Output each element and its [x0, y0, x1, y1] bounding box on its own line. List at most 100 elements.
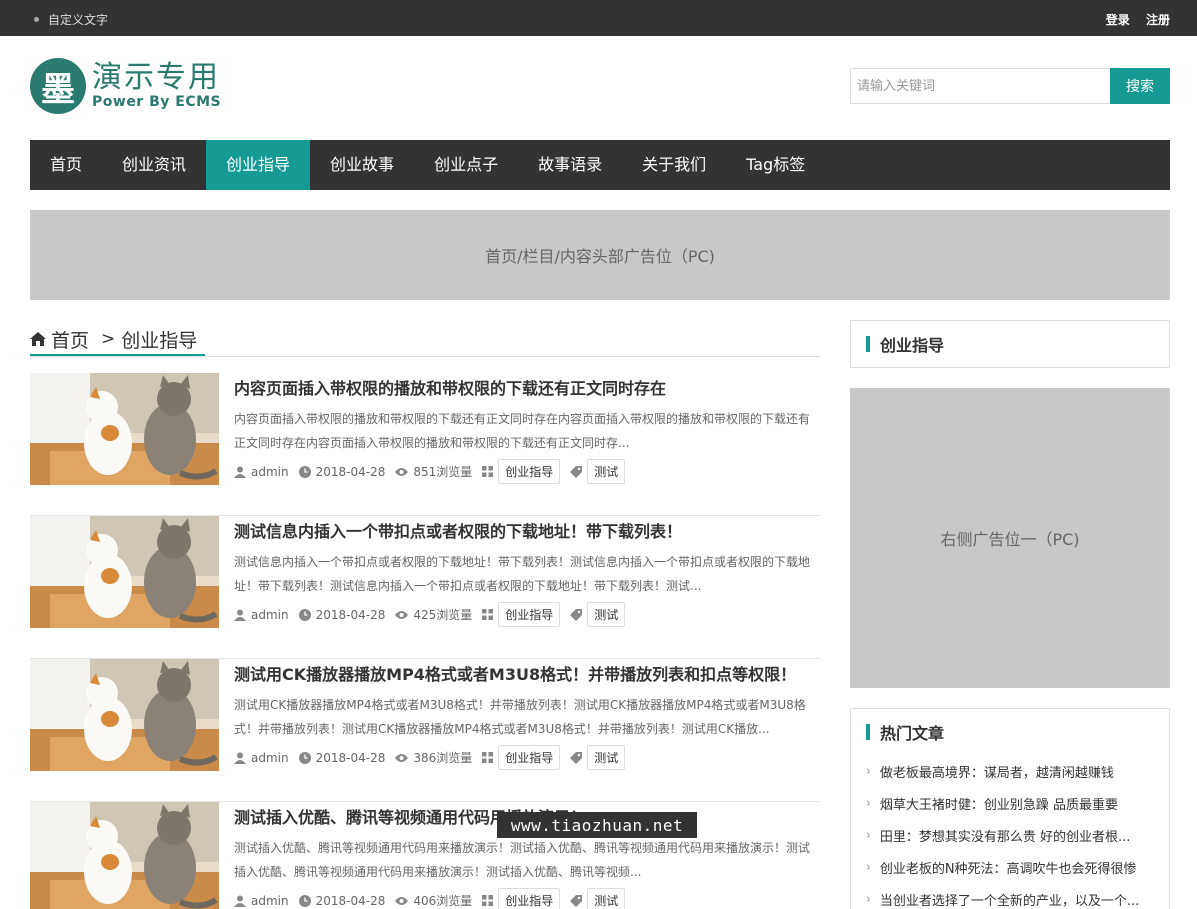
article-views: 386浏览量: [413, 751, 473, 765]
nav-item-guidance[interactable]: 创业指导: [206, 140, 311, 190]
article-title[interactable]: 测试信息内插入一个带扣点或者权限的下载地址！带下载列表！: [234, 518, 682, 542]
cats-image: [30, 516, 219, 628]
chevron-right-icon: ›: [866, 796, 871, 810]
article-views: 406浏览量: [413, 894, 473, 908]
chevron-right-icon: ›: [866, 764, 871, 778]
hot-article-title: 创业老板的N种死法：高调吹牛也会死得很惨: [879, 861, 1137, 877]
breadcrumb-separator: >: [101, 329, 116, 349]
article-category-tag[interactable]: 创业指导: [498, 888, 561, 909]
sidebar-category-heading[interactable]: 创业指导: [851, 321, 1169, 367]
nav-item-ideas[interactable]: 创业点子: [414, 140, 518, 190]
breadcrumb: 首页 > 创业指导: [30, 324, 820, 357]
banner-ad-text: 首页/栏目/内容头部广告位（PC): [485, 247, 715, 266]
article-tag[interactable]: 测试: [587, 459, 626, 484]
hot-articles-title: 热门文章: [880, 724, 945, 743]
hot-article-item[interactable]: › 当创业者选择了一个全新的产业，以及一个...: [866, 883, 1169, 909]
article-views: 425浏览量: [413, 608, 473, 622]
cats-image: [30, 373, 219, 485]
logo-title: 演示专用: [92, 60, 220, 95]
article-title[interactable]: 内容页面插入带权限的播放和带权限的下载还有正文同时存在: [234, 375, 666, 399]
article-meta: admin 2018-04-28 386浏览量 创业指导 测试: [234, 745, 635, 770]
tag-icon: [570, 751, 583, 764]
article-thumbnail[interactable]: [30, 802, 219, 909]
bullet-dot-icon: [34, 17, 39, 22]
account-links: 登录 注册: [1094, 11, 1170, 28]
user-icon: [234, 752, 246, 764]
login-link[interactable]: 登录: [1106, 13, 1130, 27]
sidebar-ad[interactable]: 右侧广告位一（PC): [850, 388, 1170, 688]
article-thumbnail[interactable]: [30, 516, 219, 628]
list-item: 测试信息内插入一个带扣点或者权限的下载地址！带下载列表！ 测试信息内插入一个带扣…: [30, 516, 820, 659]
category-grid-icon: [482, 752, 494, 763]
register-link[interactable]: 注册: [1146, 13, 1170, 27]
home-icon: [30, 332, 46, 346]
article-meta: admin 2018-04-28 406浏览量 创业指导 测试: [234, 888, 635, 909]
article-date: 2018-04-28: [315, 607, 386, 622]
list-item: 测试插入优酷、腾讯等视频通用代码用播放演示！ 测试插入优酷、腾讯等视频通用代码用…: [30, 802, 820, 909]
custom-text-label: 自定义文字: [48, 13, 109, 27]
main-nav: 首页 创业资讯 创业指导 创业故事 创业点子 故事语录 关于我们 Tag标签: [30, 140, 1170, 190]
article-author: admin: [251, 464, 289, 479]
article-tag[interactable]: 测试: [587, 745, 626, 770]
nav-item-tags[interactable]: Tag标签: [726, 140, 825, 190]
article-thumbnail[interactable]: [30, 373, 219, 485]
hot-article-item[interactable]: › 烟草大王褚时健：创业别急躁 品质最重要: [866, 787, 1169, 819]
tag-icon: [570, 608, 583, 621]
clock-icon: [298, 465, 311, 478]
article-excerpt: 测试信息内插入一个带扣点或者权限的下载地址！带下载列表！测试信息内插入一个带扣点…: [234, 555, 811, 593]
watermark: www.tiaozhuan.net: [497, 812, 697, 838]
search-input[interactable]: [850, 68, 1110, 104]
hot-article-title: 做老板最高境界：谋局者，越清闲越赚钱: [879, 765, 1114, 781]
custom-text: 自定义文字: [34, 11, 108, 28]
nav-item-stories[interactable]: 创业故事: [310, 140, 414, 190]
article-category-tag[interactable]: 创业指导: [498, 745, 561, 770]
tag-icon: [570, 465, 583, 478]
article-tag[interactable]: 测试: [587, 602, 626, 627]
article-list: 内容页面插入带权限的播放和带权限的下载还有正文同时存在 内容页面插入带权限的播放…: [30, 373, 820, 909]
hot-articles-heading: 热门文章: [851, 709, 1169, 755]
cats-image: [30, 802, 219, 909]
hot-article-item[interactable]: › 田里：梦想其实没有那么贵 好的创业者根...: [866, 819, 1169, 851]
article-author: admin: [251, 750, 289, 765]
article-views: 851浏览量: [413, 465, 473, 479]
article-date: 2018-04-28: [315, 464, 386, 479]
top-bar: 自定义文字 登录 注册: [0, 0, 1197, 36]
logo-text: 演示专用 Power By ECMS: [92, 60, 222, 111]
hot-article-title: 烟草大王褚时健：创业别急躁 品质最重要: [879, 797, 1118, 813]
watermark-text: www.tiaozhuan.net: [510, 815, 684, 835]
article-date: 2018-04-28: [315, 750, 386, 765]
chevron-right-icon: ›: [866, 860, 871, 874]
article-meta: admin 2018-04-28 851浏览量 创业指导 测试: [234, 459, 635, 484]
tag-icon: [570, 894, 583, 907]
article-category-tag[interactable]: 创业指导: [498, 459, 561, 484]
user-icon: [234, 895, 246, 907]
article-category-tag[interactable]: 创业指导: [498, 602, 561, 627]
nav-item-home[interactable]: 首页: [30, 140, 102, 190]
nav-item-about[interactable]: 关于我们: [622, 140, 726, 190]
heading-accent-bar: [866, 336, 870, 352]
site-logo[interactable]: 墨 演示专用 Power By ECMS: [30, 58, 221, 114]
hot-article-item[interactable]: › 做老板最高境界：谋局者，越清闲越赚钱: [866, 755, 1169, 787]
hot-article-item[interactable]: › 创业老板的N种死法：高调吹牛也会死得很惨: [866, 851, 1169, 883]
nav-item-news[interactable]: 创业资讯: [102, 140, 206, 190]
sidebar-category-title: 创业指导: [880, 336, 945, 355]
article-title[interactable]: 测试用CK播放器播放MP4格式或者M3U8格式！并带播放列表和扣点等权限！: [234, 661, 796, 685]
breadcrumb-home[interactable]: 首页: [51, 326, 89, 353]
article-meta: admin 2018-04-28 425浏览量 创业指导 测试: [234, 602, 635, 627]
header-ad-banner[interactable]: 首页/栏目/内容头部广告位（PC): [30, 210, 1170, 300]
category-grid-icon: [482, 466, 494, 477]
user-icon: [234, 466, 246, 478]
sidebar-hot-articles: 热门文章 › 做老板最高境界：谋局者，越清闲越赚钱 › 烟草大王褚时健：创业别急…: [850, 708, 1170, 909]
article-tag[interactable]: 测试: [587, 888, 626, 909]
article-thumbnail[interactable]: [30, 659, 219, 771]
article-author: admin: [251, 893, 289, 908]
breadcrumb-current[interactable]: 创业指导: [121, 326, 197, 353]
search-button[interactable]: 搜索: [1110, 68, 1170, 104]
eye-icon: [395, 896, 409, 905]
clock-icon: [298, 751, 311, 764]
category-grid-icon: [482, 895, 494, 906]
list-item: 内容页面插入带权限的播放和带权限的下载还有正文同时存在 内容页面插入带权限的播放…: [30, 373, 820, 516]
logo-subtitle: Power By ECMS: [92, 94, 222, 110]
hot-articles-list: › 做老板最高境界：谋局者，越清闲越赚钱 › 烟草大王褚时健：创业别急躁 品质最…: [851, 755, 1169, 909]
nav-item-quotes[interactable]: 故事语录: [518, 140, 622, 190]
